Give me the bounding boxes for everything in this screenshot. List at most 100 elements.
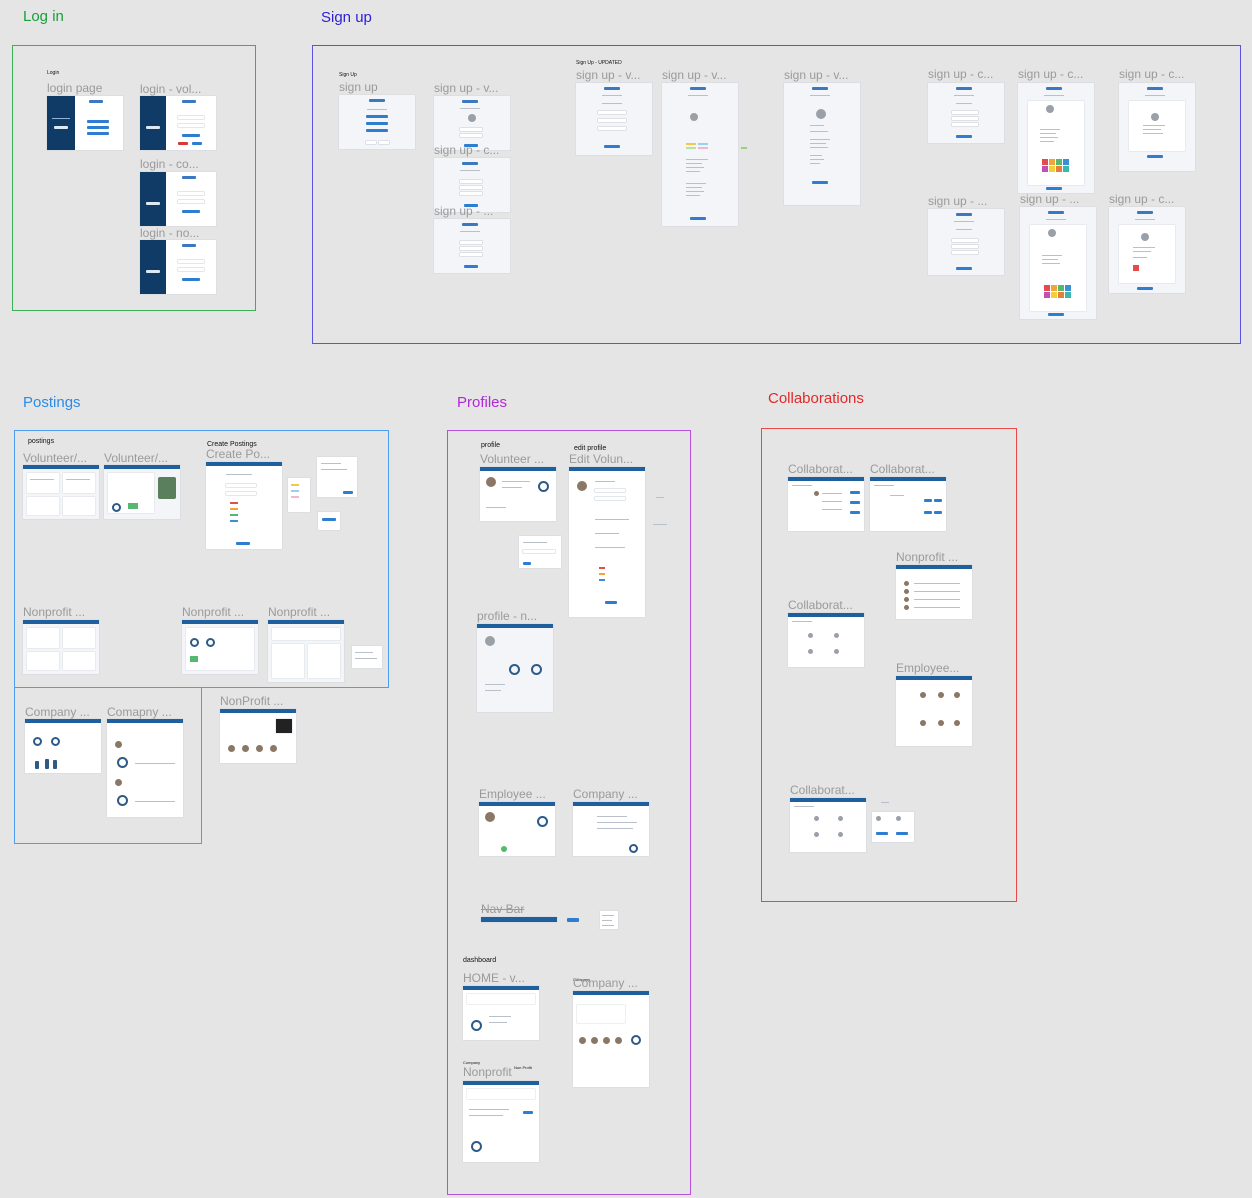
frame-label-create-po[interactable]: Create Po... [206,448,270,460]
frame-login-vol[interactable] [140,96,216,150]
frame-nonprofit-p3[interactable] [268,620,344,682]
frame-collab-2[interactable] [870,477,946,531]
frame-label-login-no[interactable]: login - no... [140,227,199,239]
section-title-collaborations[interactable]: Collaborations [768,390,864,407]
frame-collab-4-detail[interactable] [872,812,914,842]
frame-label-sign-up-c4[interactable]: sign up - c... [1119,68,1184,80]
frame-label-login-vol[interactable]: login - vol... [140,83,201,95]
frame-label-volunteer-2[interactable]: Volunteer/... [104,452,168,464]
frame-nonprofit-p1[interactable] [23,620,99,674]
frame-label-company-1[interactable]: Company ... [25,706,90,718]
frame-sign-up-c2[interactable] [928,83,1004,143]
frame-nav-bar[interactable] [481,917,557,922]
frame-sign-up-dots1[interactable] [434,219,510,273]
frame-sign-up-c5[interactable] [1109,207,1185,293]
nav-bar-button[interactable] [567,918,579,922]
frame-label-sign-up-v4[interactable]: sign up - v... [784,69,848,81]
frame-volunteer-2[interactable] [104,465,180,519]
section-title-signup[interactable]: Sign up [321,9,372,26]
frame-label-employee-c[interactable]: Employee... [896,662,959,674]
section-title-postings[interactable]: Postings [23,394,81,411]
group-label-profile: profile [481,442,501,449]
frame-label-collab-2[interactable]: Collaborat... [870,463,935,475]
group-label-dashboard: dashboard [463,957,497,964]
frame-collab-3[interactable] [788,613,864,667]
frame-sign-up-dots2[interactable] [928,209,1004,275]
frame-label-volunteer-profile[interactable]: Volunteer ... [480,453,544,465]
frame-sign-up-c3[interactable] [1018,83,1094,193]
frame-profile-n[interactable] [477,624,553,712]
frame-label-sign-up-c2[interactable]: sign up - c... [928,68,993,80]
frame-label-collab-4[interactable]: Collaborat... [790,784,855,796]
frame-label-nonprofit-p3[interactable]: Nonprofit ... [268,606,330,618]
section-title-login[interactable]: Log in [23,8,64,25]
frame-collab-1[interactable] [788,477,864,531]
frame-label-sign-up-dots1[interactable]: sign up - ... [434,205,493,217]
frame-label-profile-n[interactable]: profile - n... [477,610,537,622]
frame-label-employee-profile[interactable]: Employee ... [479,788,546,800]
frame-employee-c[interactable] [896,676,972,746]
frame-volunteer-1[interactable] [23,465,99,519]
frame-label-collab-3[interactable]: Collaborat... [788,599,853,611]
frame-label-collab-1[interactable]: Collaborat... [788,463,853,475]
frame-label-sign-up-dots3[interactable]: sign up - ... [1020,193,1079,205]
frame-nonprofit-p2[interactable] [182,620,258,674]
frame-login-co[interactable] [140,172,216,226]
frame-label-nonprofit-p1[interactable]: Nonprofit ... [23,606,85,618]
frame-sign-up-v3[interactable] [662,83,738,226]
frame-edit-volun-modal[interactable] [519,536,561,568]
frame-label-edit-volun[interactable]: Edit Volun... [569,453,633,465]
frame-label-sign-up-v1[interactable]: sign up - v... [434,82,498,94]
frame-label-home-v[interactable]: HOME - v... [463,972,525,984]
frame-comapny-2[interactable] [107,719,183,817]
frame-label-company-profile[interactable]: Company ... [573,788,638,800]
frame-create-po-modal[interactable] [317,457,357,497]
frame-nav-bar-dropdown[interactable] [600,911,618,929]
frame-login-page[interactable] [47,96,123,150]
frame-label-nonprofit-p2[interactable]: Nonprofit ... [182,606,244,618]
frame-company-dash[interactable] [573,991,649,1087]
frame-label-nonprofit-p4[interactable]: NonProfit ... [220,695,283,707]
frame-label-volunteer-1[interactable]: Volunteer/... [23,452,87,464]
frame-nonprofit-p4[interactable] [220,709,296,763]
frame-create-po-side[interactable] [288,478,310,512]
group-label-postings: postings [28,438,55,445]
frame-label-sign-up-dots2[interactable]: sign up - ... [928,195,987,207]
frame-label-company-dash[interactable]: Company ... [573,977,638,989]
frame-employee-profile[interactable] [479,802,555,856]
frame-company-1[interactable] [25,719,101,773]
frame-label-sign-up-c3[interactable]: sign up - c... [1018,68,1083,80]
frame-label-sign-up-v3[interactable]: sign up - v... [662,69,726,81]
frame-collab-4[interactable] [790,798,866,852]
edit-volun-note-2 [653,524,667,525]
frame-home-v[interactable] [463,986,539,1040]
frame-label-login-page[interactable]: login page [47,82,102,94]
frame-sign-up-dots3[interactable] [1020,207,1096,319]
frame-label-login-co[interactable]: login - co... [140,158,199,170]
frame-label-sign-up-v2[interactable]: sign up - v... [576,69,640,81]
frame-label-comapny-2[interactable]: Comapny ... [107,706,172,718]
frame-label-nav-bar[interactable]: Nav Bar [481,903,524,915]
frame-edit-volun[interactable] [569,467,645,617]
group-label-signup-updated: Sign Up - UPDATED [576,60,622,66]
frame-label-nonprofit-c[interactable]: Nonprofit ... [896,551,958,563]
frame-company-profile[interactable] [573,802,649,856]
frame-sign-up-c4[interactable] [1119,83,1195,171]
frame-create-po-small[interactable] [318,512,340,530]
frame-nonprofit-p3-side[interactable] [352,646,382,668]
frame-sign-up-v4[interactable] [784,83,860,205]
frame-volunteer-profile[interactable] [480,467,556,521]
frame-label-nonprofit-dash[interactable]: Nonprofit [463,1066,512,1078]
section-title-profiles[interactable]: Profiles [457,394,507,411]
frame-label-sign-up-c5[interactable]: sign up - c... [1109,193,1174,205]
small-label-nonprofit: Non Profit [514,1065,532,1070]
frame-sign-up-v1[interactable] [434,96,510,150]
frame-nonprofit-dash[interactable] [463,1081,539,1162]
frame-sign-up[interactable] [339,95,415,149]
frame-label-sign-up[interactable]: sign up [339,81,378,93]
frame-create-po[interactable] [206,462,282,549]
frame-nonprofit-c[interactable] [896,565,972,619]
frame-label-sign-up-c1[interactable]: sign up - c... [434,144,499,156]
frame-sign-up-v2[interactable] [576,83,652,155]
frame-login-no[interactable] [140,240,216,294]
